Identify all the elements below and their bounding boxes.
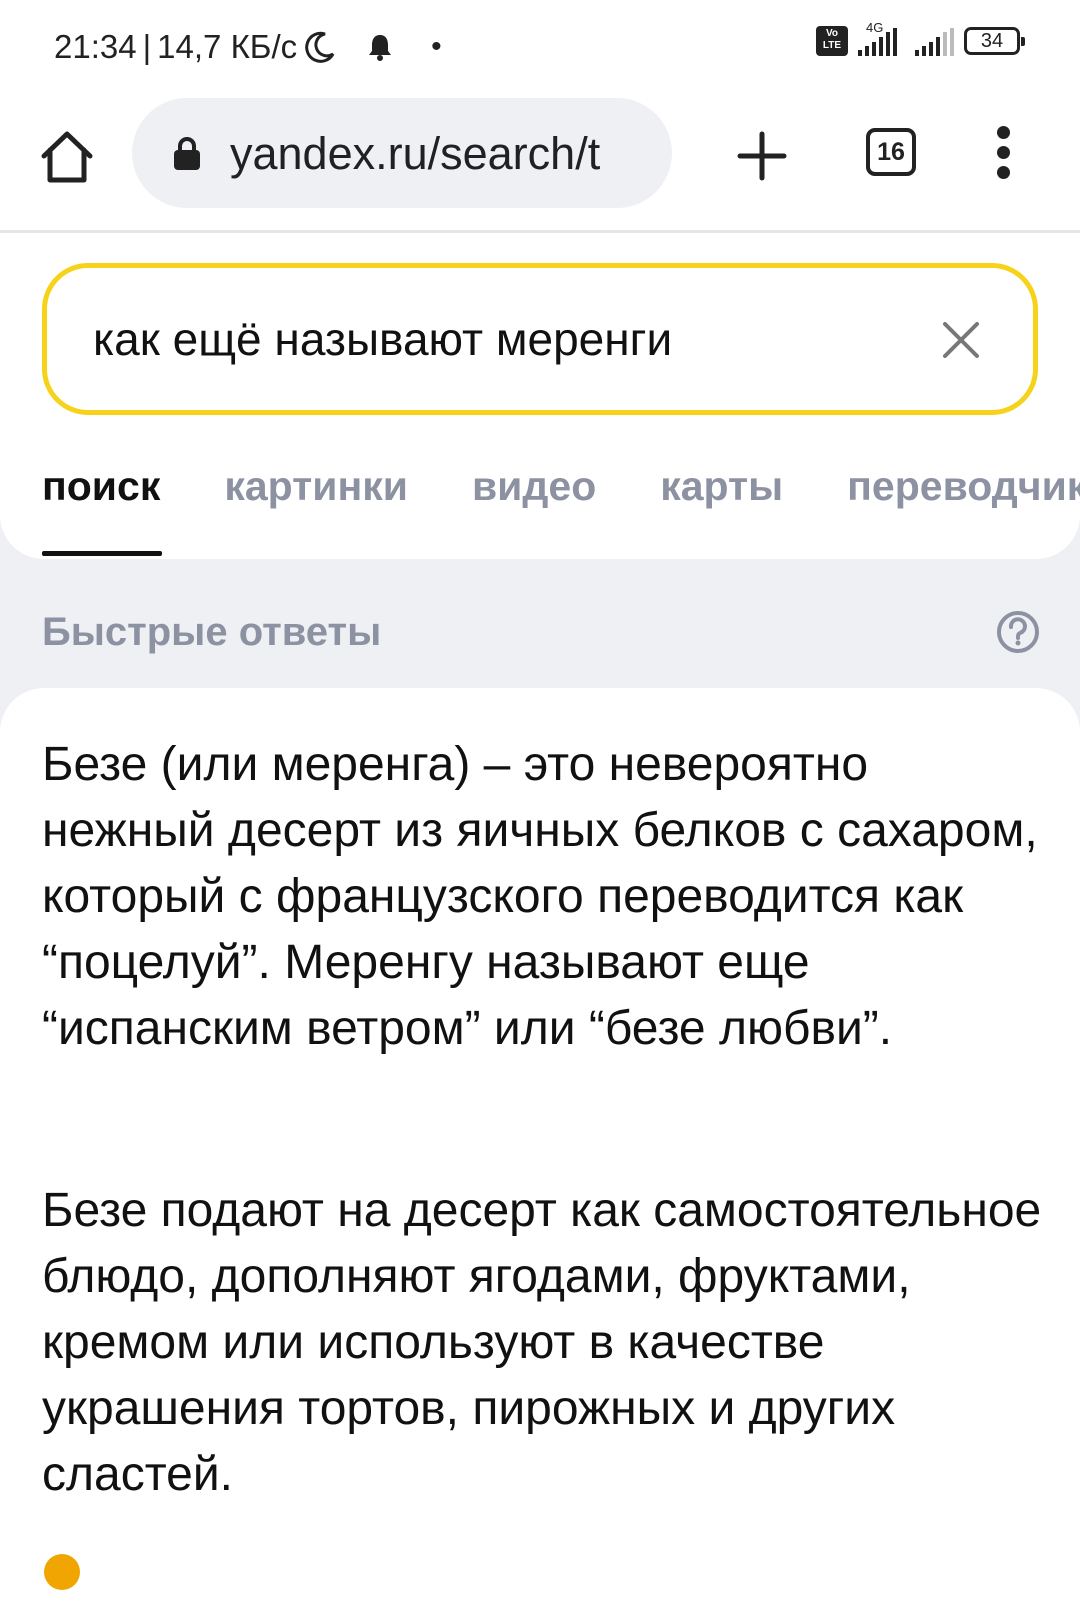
quick-answers-title: Быстрые ответы [42, 610, 382, 654]
tab-switcher-button[interactable]: 16 [866, 128, 916, 176]
tab-maps[interactable]: карты [660, 461, 783, 511]
answer-paragraph-2: Безе подают на десерт как самостоятельно… [42, 1184, 1042, 1501]
answer-card: Безе (или меренга) – это невероятно нежн… [0, 688, 1080, 1608]
status-time: 21:34 [54, 28, 137, 65]
volte-badge: Vo LTE [816, 26, 848, 56]
bell-icon [369, 35, 392, 61]
signal-2-icon [915, 26, 954, 56]
status-right: Vo LTE 4G 34 [816, 20, 1025, 56]
moon-icon [305, 31, 335, 63]
tab-search[interactable]: поиск [42, 461, 160, 511]
tab-images[interactable]: картинки [224, 461, 408, 511]
answer-paragraph-1: Безе (или меренга) – это невероятно нежн… [42, 738, 1038, 1055]
notification-dot: • [431, 30, 442, 63]
status-speed: 14,7 КБ/с [157, 28, 298, 65]
browser-toolbar: yandex.ru/search/t 16 [0, 96, 1080, 233]
menu-dots-icon[interactable] [990, 126, 1016, 182]
battery-icon: 34 [964, 27, 1025, 55]
status-left: 21:34 | 14,7 КБ/с • [54, 28, 442, 66]
new-tab-icon[interactable] [736, 130, 788, 182]
search-header: как ещё называют меренги поиск картинки ви… [0, 233, 1080, 559]
source-favicon-icon [44, 1554, 80, 1590]
tab-translator[interactable]: переводчик [847, 461, 1080, 511]
tab-video[interactable]: видео [472, 461, 596, 511]
search-input[interactable]: как ещё называют меренги [93, 312, 672, 366]
active-tab-indicator [42, 551, 162, 556]
address-bar[interactable]: yandex.ru/search/t [132, 98, 672, 208]
signal-1-icon: 4G [858, 20, 897, 56]
search-box[interactable]: как ещё называют меренги [42, 263, 1038, 415]
status-separator: | [142, 28, 152, 65]
clear-icon[interactable] [941, 320, 981, 360]
status-bar: 21:34 | 14,7 КБ/с • Vo LTE 4G 34 [0, 0, 1080, 96]
lock-icon [174, 137, 200, 170]
network-type-label: 4G [866, 20, 884, 35]
help-icon[interactable] [996, 610, 1040, 654]
url-text[interactable]: yandex.ru/search/t [230, 126, 650, 182]
search-nav-tabs: поиск картинки видео карты переводчик [42, 461, 1080, 521]
home-icon[interactable] [38, 128, 96, 186]
